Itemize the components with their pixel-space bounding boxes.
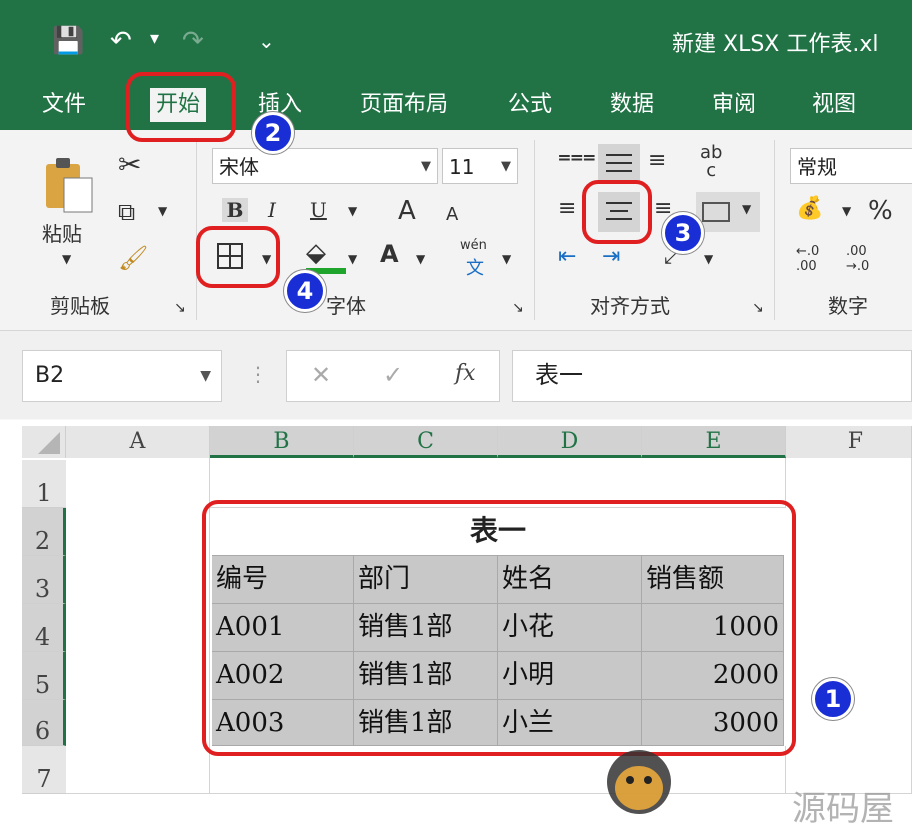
row-header-4[interactable]: 4: [22, 604, 66, 652]
tab-formulas[interactable]: 公式: [508, 88, 552, 122]
orientation-dropdown-icon[interactable]: ▼: [704, 252, 713, 266]
font-launcher-icon[interactable]: ↘: [512, 300, 524, 316]
name-box[interactable]: B2 ▼: [22, 350, 222, 402]
align-bottom-icon[interactable]: ≡: [648, 148, 666, 173]
watermark-logo: [604, 740, 674, 820]
copy-icon[interactable]: ⧉: [118, 198, 135, 226]
percent-button[interactable]: %: [868, 196, 893, 226]
column-header-b[interactable]: B: [210, 426, 354, 458]
font-size-value: 11: [449, 155, 475, 179]
chevron-down-icon: ▼: [421, 159, 431, 174]
paste-icon[interactable]: [44, 156, 94, 214]
font-color-button[interactable]: A: [380, 240, 399, 268]
clipboard-group-label: 剪贴板: [50, 294, 110, 318]
enter-icon[interactable]: ✓: [383, 361, 403, 389]
decrease-indent-icon[interactable]: ⇤: [558, 244, 576, 269]
increase-decimal-icon[interactable]: ←.0 .00: [796, 244, 819, 274]
font-color-dropdown-icon[interactable]: ▼: [416, 252, 425, 266]
currency-icon[interactable]: 💰: [796, 196, 823, 221]
number-format-select[interactable]: 常规: [790, 148, 912, 184]
step-badge-3: 3: [662, 212, 704, 254]
formula-buttons: ✕ ✓ fx: [286, 350, 500, 402]
step-badge-2: 2: [252, 112, 294, 154]
decrease-decimal-icon[interactable]: .00 →.0: [846, 244, 869, 274]
tab-review[interactable]: 审阅: [712, 88, 756, 122]
step-badge-1: 1: [812, 678, 854, 720]
formula-input[interactable]: 表一: [512, 350, 912, 402]
row-header-1[interactable]: 1: [22, 460, 66, 508]
undo-icon[interactable]: ↶: [110, 26, 132, 56]
phonetic-top[interactable]: wén: [460, 238, 487, 253]
underline-button[interactable]: U: [310, 198, 327, 222]
window-title: 新建 XLSX 工作表.xl: [672, 32, 879, 57]
font-size-select[interactable]: 11 ▼: [442, 148, 518, 184]
column-header-e[interactable]: E: [642, 426, 786, 458]
cut-icon[interactable]: ✂: [118, 148, 141, 181]
column-header-d[interactable]: D: [498, 426, 642, 458]
highlight-align-center: [582, 180, 652, 244]
more-options-icon: ⋮: [248, 362, 268, 386]
row-header-6[interactable]: 6: [22, 700, 66, 746]
divider: [534, 140, 535, 320]
currency-dropdown-icon[interactable]: ▼: [842, 204, 851, 218]
phonetic-dropdown-icon[interactable]: ▼: [502, 252, 511, 266]
cancel-icon[interactable]: ✕: [311, 361, 331, 389]
divider: [196, 140, 197, 320]
wrap-text-icon[interactable]: ab c: [700, 144, 722, 180]
merge-center-icon[interactable]: ▼: [696, 192, 760, 232]
column-header-f[interactable]: F: [786, 426, 912, 458]
format-painter-icon[interactable]: 🖌: [118, 244, 148, 272]
watermark-text: 源码屋: [792, 789, 894, 829]
tab-data[interactable]: 数据: [610, 88, 654, 122]
tab-file[interactable]: 文件: [42, 88, 86, 122]
highlight-border-button: [196, 226, 280, 288]
paste-dropdown-icon[interactable]: ▼: [62, 252, 71, 266]
save-icon[interactable]: 💾: [52, 26, 84, 56]
redo-icon: ↷: [182, 26, 204, 56]
column-header-a[interactable]: A: [66, 426, 210, 458]
select-all-corner[interactable]: [22, 426, 66, 458]
column-header-c[interactable]: C: [354, 426, 498, 458]
highlight-table-range: [202, 500, 796, 756]
phonetic-guide-icon[interactable]: 文: [466, 254, 484, 280]
increase-font-button[interactable]: A: [398, 196, 416, 226]
clipboard-launcher-icon[interactable]: ↘: [174, 300, 186, 316]
name-box-value: B2: [35, 363, 65, 388]
font-name-value: 宋体: [219, 155, 259, 179]
row-header-3[interactable]: 3: [22, 556, 66, 604]
tab-page-layout[interactable]: 页面布局: [360, 88, 448, 122]
tab-view[interactable]: 视图: [812, 88, 856, 122]
column-f-cells[interactable]: [786, 458, 912, 794]
chevron-down-icon[interactable]: ▼: [200, 351, 211, 401]
copy-dropdown-icon[interactable]: ▼: [158, 204, 167, 218]
row-header-7[interactable]: 7: [22, 746, 66, 794]
align-middle-icon[interactable]: [598, 144, 640, 184]
customize-qat-icon[interactable]: ⌄: [258, 26, 275, 56]
chevron-down-icon: ▼: [501, 159, 511, 174]
row-header-2[interactable]: 2: [22, 508, 66, 556]
fill-color-dropdown-icon[interactable]: ▼: [348, 252, 357, 266]
bold-button[interactable]: B: [222, 198, 248, 222]
underline-dropdown-icon[interactable]: ▼: [348, 204, 357, 218]
alignment-group-label: 对齐方式: [590, 294, 670, 318]
row-header-5[interactable]: 5: [22, 652, 66, 700]
alignment-launcher-icon[interactable]: ↘: [752, 300, 764, 316]
font-name-select[interactable]: 宋体 ▼: [212, 148, 438, 184]
highlight-home-tab: [126, 72, 236, 142]
align-top-icon[interactable]: ⩶: [558, 144, 596, 169]
divider: [774, 140, 775, 320]
font-group-label: 字体: [326, 294, 366, 318]
number-format-value: 常规: [797, 155, 837, 179]
undo-dropdown-icon[interactable]: ▾: [150, 24, 159, 54]
italic-button[interactable]: I: [268, 198, 276, 222]
paste-label[interactable]: 粘贴: [42, 218, 82, 247]
column-a-cells[interactable]: [66, 458, 210, 794]
step-badge-4: 4: [284, 270, 326, 312]
fill-color-icon[interactable]: ⬙: [306, 238, 326, 268]
decrease-font-button[interactable]: A: [446, 204, 458, 225]
number-group-label: 数字: [828, 294, 868, 318]
increase-indent-icon[interactable]: ⇥: [602, 244, 620, 269]
insert-function-icon[interactable]: fx: [455, 361, 476, 386]
align-left-icon[interactable]: ≡: [558, 196, 576, 221]
